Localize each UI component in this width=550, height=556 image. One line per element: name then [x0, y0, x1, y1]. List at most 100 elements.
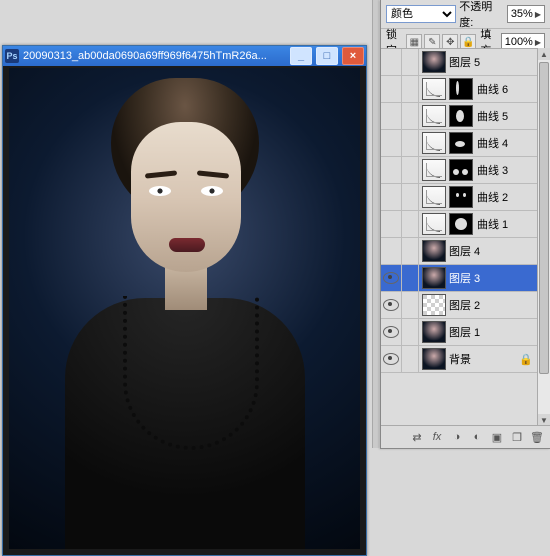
layer-link-col[interactable] — [402, 265, 419, 291]
layers-scrollbar[interactable]: ▲ ▼ — [537, 48, 550, 426]
layer-mask-thumb[interactable] — [449, 105, 473, 127]
group-icon[interactable]: ▣ — [488, 429, 506, 445]
layer-visibility-toggle[interactable] — [381, 346, 402, 372]
layer-name[interactable]: 背景 — [449, 351, 471, 367]
layer-visibility-toggle[interactable] — [381, 211, 402, 237]
layer-mask-thumb[interactable] — [449, 132, 473, 154]
layer-thumb[interactable] — [422, 51, 446, 73]
app-doc-icon: Ps — [5, 49, 19, 63]
layer-link-col[interactable] — [402, 49, 419, 75]
layer-link-col[interactable] — [402, 157, 419, 183]
window-maximize-button[interactable]: □ — [316, 47, 338, 65]
layer-link-col[interactable] — [402, 130, 419, 156]
layer-thumb[interactable] — [422, 321, 446, 343]
link-icon[interactable]: ⇄ — [408, 429, 426, 445]
layers-panel-bottombar: ⇄ fx ◑ ◐ ▣ ❐ 🗑 — [381, 425, 550, 448]
layer-row[interactable]: 曲线 2 — [381, 184, 538, 211]
layer-visibility-toggle[interactable] — [381, 265, 402, 291]
curves-adjustment-thumb[interactable] — [422, 132, 446, 154]
layer-mask-thumb[interactable] — [449, 213, 473, 235]
chevron-right-icon: ▶ — [535, 10, 541, 19]
window-close-button[interactable]: × — [342, 47, 364, 65]
eye-icon — [383, 353, 399, 365]
layer-name[interactable]: 图层 4 — [449, 243, 480, 259]
eye-icon — [383, 326, 399, 338]
layer-name[interactable]: 曲线 4 — [477, 135, 508, 151]
layer-row[interactable]: 图层 3 — [381, 265, 538, 292]
document-window: Ps 20090313_ab00da0690a69ff969f6475hTmR2… — [2, 45, 367, 556]
layer-name[interactable]: 曲线 1 — [477, 216, 508, 232]
curves-adjustment-thumb[interactable] — [422, 213, 446, 235]
layer-link-col[interactable] — [402, 319, 419, 345]
layer-name[interactable]: 图层 1 — [449, 324, 480, 340]
layer-name[interactable]: 曲线 6 — [477, 81, 508, 97]
document-title: 20090313_ab00da0690a69ff969f6475hTmR26a.… — [23, 50, 286, 62]
layer-visibility-toggle[interactable] — [381, 319, 402, 345]
layer-row[interactable]: 背景🔒 — [381, 346, 538, 373]
layer-row[interactable]: 图层 1 — [381, 319, 538, 346]
layer-link-col[interactable] — [402, 211, 419, 237]
window-minimize-button[interactable]: _ — [290, 47, 312, 65]
layer-row[interactable]: 曲线 6 — [381, 76, 538, 103]
opacity-input[interactable]: 35% ▶ — [507, 5, 545, 23]
layer-row[interactable]: 曲线 3 — [381, 157, 538, 184]
layer-thumb[interactable] — [422, 267, 446, 289]
layer-thumb[interactable] — [422, 240, 446, 262]
layer-visibility-toggle[interactable] — [381, 292, 402, 318]
curves-adjustment-thumb[interactable] — [422, 159, 446, 181]
canvas-image — [65, 78, 305, 458]
layer-row[interactable]: 曲线 4 — [381, 130, 538, 157]
blend-mode-select[interactable]: 颜色 — [386, 5, 456, 23]
layer-name[interactable]: 图层 2 — [449, 297, 480, 313]
layer-link-col[interactable] — [402, 76, 419, 102]
curves-adjustment-thumb[interactable] — [422, 78, 446, 100]
fill-adj-icon[interactable]: ◐ — [468, 429, 486, 445]
layer-name[interactable]: 曲线 2 — [477, 189, 508, 205]
layer-mask-thumb[interactable] — [449, 186, 473, 208]
document-titlebar[interactable]: Ps 20090313_ab00da0690a69ff969f6475hTmR2… — [3, 46, 366, 66]
trash-icon[interactable]: 🗑 — [528, 429, 546, 445]
layers-panel-options-row: 颜色 不透明度: 35% ▶ — [381, 0, 550, 29]
fx-icon[interactable]: fx — [428, 429, 446, 445]
layer-link-col[interactable] — [402, 238, 419, 264]
layer-name[interactable]: 图层 5 — [449, 54, 480, 70]
layer-visibility-toggle[interactable] — [381, 49, 402, 75]
layer-link-col[interactable] — [402, 292, 419, 318]
layer-name[interactable]: 曲线 5 — [477, 108, 508, 124]
fill-value-text: 100% — [505, 36, 533, 48]
opacity-value-text: 35% — [511, 8, 533, 20]
layer-mask-thumb[interactable] — [449, 159, 473, 181]
layer-row[interactable]: 曲线 1 — [381, 211, 538, 238]
layer-row[interactable]: 图层 5 — [381, 49, 538, 76]
curves-adjustment-thumb[interactable] — [422, 186, 446, 208]
layer-visibility-toggle[interactable] — [381, 238, 402, 264]
layer-link-col[interactable] — [402, 184, 419, 210]
layer-visibility-toggle[interactable] — [381, 130, 402, 156]
layer-visibility-toggle[interactable] — [381, 184, 402, 210]
curves-adjustment-thumb[interactable] — [422, 105, 446, 127]
layer-mask-thumb[interactable] — [449, 78, 473, 100]
layer-name[interactable]: 曲线 3 — [477, 162, 508, 178]
eye-icon — [383, 272, 399, 284]
layers-list: 图层 5 曲线 6 曲线 5 曲线 4 曲线 3 曲线 2 曲线 1 图层 4 图层 3 图层 2… — [381, 48, 538, 426]
document-canvas[interactable] — [9, 68, 360, 549]
layer-name[interactable]: 图层 3 — [449, 270, 480, 286]
layer-thumb[interactable] — [422, 294, 446, 316]
layer-link-col[interactable] — [402, 103, 419, 129]
layer-row[interactable]: 曲线 5 — [381, 103, 538, 130]
layer-visibility-toggle[interactable] — [381, 157, 402, 183]
panel-gutter — [372, 0, 379, 448]
new-layer-icon[interactable]: ❐ — [508, 429, 526, 445]
scroll-up-button[interactable]: ▲ — [538, 48, 550, 60]
scroll-thumb[interactable] — [539, 62, 549, 374]
layer-visibility-toggle[interactable] — [381, 103, 402, 129]
layer-row[interactable]: 图层 4 — [381, 238, 538, 265]
eye-icon — [383, 299, 399, 311]
layers-panel: 颜色 不透明度: 35% ▶ 锁定: ▦ ✎ ✥ 🔒 填充: 100% ▶ 图层… — [380, 0, 550, 449]
mask-icon[interactable]: ◑ — [448, 429, 466, 445]
layer-row[interactable]: 图层 2 — [381, 292, 538, 319]
layer-thumb[interactable] — [422, 348, 446, 370]
layer-link-col[interactable] — [402, 346, 419, 372]
layer-visibility-toggle[interactable] — [381, 76, 402, 102]
chevron-right-icon: ▶ — [535, 38, 541, 47]
